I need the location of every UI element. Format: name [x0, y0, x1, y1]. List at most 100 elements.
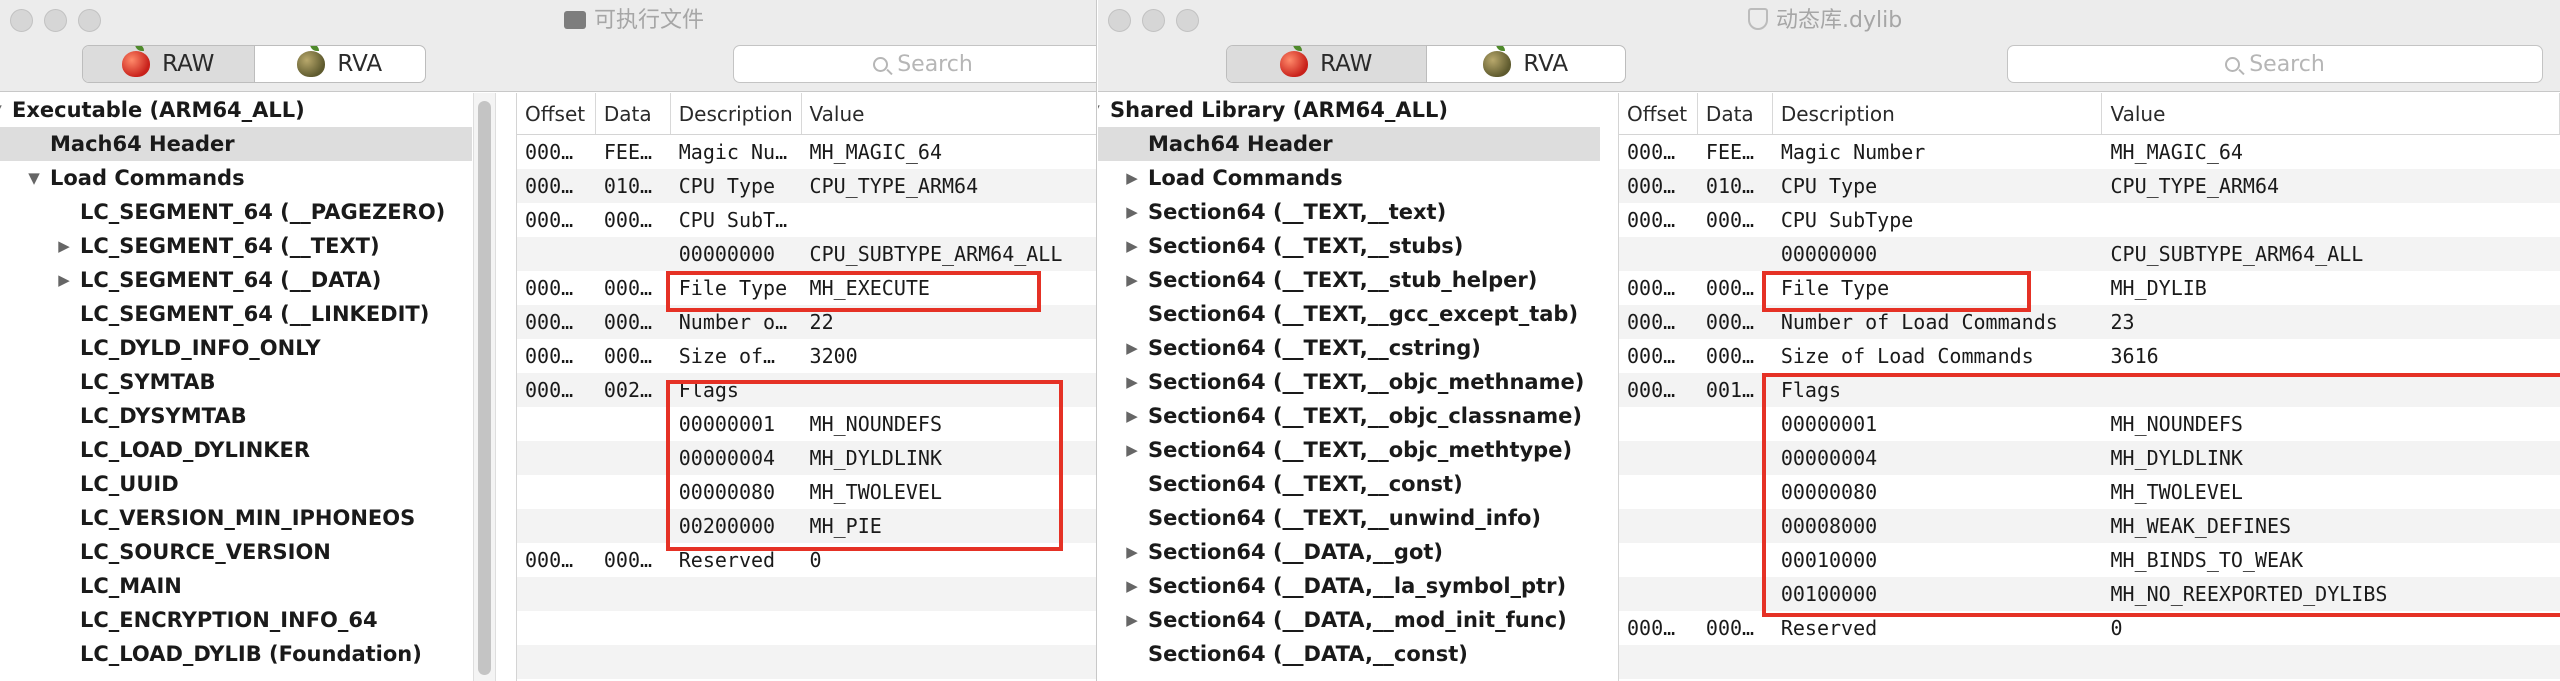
tree-item[interactable]: ▶ Section64 (__TEXT,__objc_methname) [1098, 365, 1600, 399]
disclosure-collapsed-icon[interactable]: ▶ [1124, 365, 1140, 399]
disclosure-collapsed-icon[interactable]: ▶ [56, 229, 72, 263]
zoom-window-button[interactable] [1176, 9, 1199, 32]
table-row[interactable]: 000… 001… Flags [1619, 373, 2560, 407]
tree-item[interactable]: ▶ Section64 (__DATA,__mod_init_func) [1098, 603, 1600, 637]
scrollbar-thumb[interactable] [478, 101, 491, 675]
table-row[interactable]: 000… 000… CPU SubT… [517, 203, 1096, 237]
tree-item[interactable]: ▶ Section64 (__TEXT,__objc_methtype) [1098, 433, 1600, 467]
tree-item[interactable]: ▶ Section64 (__TEXT,__text) [1098, 195, 1600, 229]
tree-item[interactable]: LC_SEGMENT_64 (__LINKEDIT) [0, 297, 472, 331]
column-header-description[interactable]: Description [1773, 93, 2103, 134]
table-row[interactable]: 00000001 MH_NOUNDEFS [1619, 407, 2560, 441]
tree-scrollbar[interactable] [473, 93, 496, 681]
column-header-description[interactable]: Description [671, 93, 802, 134]
disclosure-collapsed-icon[interactable]: ▶ [56, 263, 72, 297]
search-field[interactable]: Search [733, 45, 1096, 83]
raw-button[interactable]: RAW [83, 46, 255, 82]
table-row[interactable]: 000… 000… Reserved 0 [1619, 611, 2560, 645]
tree-item[interactable]: ▼ Load Commands [0, 161, 472, 195]
raw-button[interactable]: RAW [1227, 46, 1427, 82]
zoom-window-button[interactable] [78, 9, 101, 32]
table-row[interactable]: 00000080 MH_TWOLEVEL [1619, 475, 2560, 509]
tree-item[interactable]: Section64 (__TEXT,__const) [1098, 467, 1600, 501]
table-row[interactable]: 00000004 MH_DYLDLINK [1619, 441, 2560, 475]
disclosure-collapsed-icon[interactable]: ▶ [1124, 331, 1140, 365]
tree-item[interactable]: LC_SYMTAB [0, 365, 472, 399]
tree-item[interactable]: LC_DYSYMTAB [0, 399, 472, 433]
tree-item[interactable]: ▶ Section64 (__TEXT,__objc_classname) [1098, 399, 1600, 433]
disclosure-collapsed-icon[interactable]: ▶ [1124, 603, 1140, 637]
table-row[interactable]: 00010000 MH_BINDS_TO_WEAK [1619, 543, 2560, 577]
table-row[interactable]: 000… 002… Flags [517, 373, 1096, 407]
table-row[interactable]: 000… 000… Number of Load Commands 23 [1619, 305, 2560, 339]
tree-item[interactable]: LC_VERSION_MIN_IPHONEOS [0, 501, 472, 535]
tree-item[interactable]: Section64 (__TEXT,__unwind_info) [1098, 501, 1600, 535]
table-row[interactable]: 000… 000… File Type MH_DYLIB [1619, 271, 2560, 305]
disclosure-expanded-icon[interactable]: ▼ [0, 93, 4, 127]
rva-button[interactable]: RVA [1427, 46, 1626, 82]
tree-item[interactable]: LC_ENCRYPTION_INFO_64 [0, 603, 472, 637]
table-row[interactable]: 00000004 MH_DYLDLINK [517, 441, 1096, 475]
tree-item[interactable]: Mach64 Header [0, 127, 472, 161]
table-row[interactable]: 00000080 MH_TWOLEVEL [517, 475, 1096, 509]
tree-item[interactable]: LC_SEGMENT_64 (__PAGEZERO) [0, 195, 472, 229]
table-row[interactable] [517, 611, 1096, 645]
table-row[interactable]: 00000001 MH_NOUNDEFS [517, 407, 1096, 441]
tree-item[interactable]: LC_LOAD_DYLIB (Foundation) [0, 637, 472, 671]
tree-item[interactable]: ▶ Section64 (__TEXT,__stubs) [1098, 229, 1600, 263]
table-row[interactable] [517, 577, 1096, 611]
tree-item[interactable]: ▶ Section64 (__DATA,__got) [1098, 535, 1600, 569]
tree-item[interactable]: ▶ Section64 (__DATA,__la_symbol_ptr) [1098, 569, 1600, 603]
close-window-button[interactable] [1108, 9, 1131, 32]
tree-item[interactable]: LC_SOURCE_VERSION [0, 535, 472, 569]
table-row[interactable]: 000… 000… Size of Load Commands 3616 [1619, 339, 2560, 373]
minimize-window-button[interactable] [1142, 9, 1165, 32]
column-header-offset[interactable]: Offset [1619, 93, 1698, 134]
column-header-value[interactable]: Value [2102, 93, 2560, 134]
disclosure-collapsed-icon[interactable]: ▶ [1124, 229, 1140, 263]
rva-button[interactable]: RVA [255, 46, 426, 82]
table-row[interactable]: 00100000 MH_NO_REEXPORTED_DYLIBS [1619, 577, 2560, 611]
table-row[interactable]: 000… FEE… Magic Number MH_MAGIC_64 [1619, 135, 2560, 169]
table-row[interactable]: 00000000 CPU_SUBTYPE_ARM64_ALL [1619, 237, 2560, 271]
tree-item[interactable]: LC_UUID [0, 467, 472, 501]
table-row[interactable]: 000… FEE… Magic Nu… MH_MAGIC_64 [517, 135, 1096, 169]
disclosure-collapsed-icon[interactable]: ▶ [1124, 195, 1140, 229]
disclosure-collapsed-icon[interactable]: ▶ [1124, 535, 1140, 569]
table-row[interactable]: 00000000 CPU_SUBTYPE_ARM64_ALL [517, 237, 1096, 271]
table-row[interactable]: 00008000 MH_WEAK_DEFINES [1619, 509, 2560, 543]
tree-item[interactable]: Mach64 Header [1098, 127, 1600, 161]
tree-item[interactable]: ▶ LC_SEGMENT_64 (__DATA) [0, 263, 472, 297]
table-row[interactable]: 000… 010… CPU Type CPU_TYPE_ARM64 [1619, 169, 2560, 203]
disclosure-expanded-icon[interactable]: ▼ [1098, 93, 1102, 127]
search-field[interactable]: Search [2007, 45, 2543, 83]
disclosure-expanded-icon[interactable]: ▼ [26, 161, 42, 195]
tree-item[interactable]: ▶ Load Commands [1098, 161, 1600, 195]
table-row[interactable] [1619, 645, 2560, 679]
table-row[interactable]: 000… 010… CPU Type CPU_TYPE_ARM64 [517, 169, 1096, 203]
table-row[interactable]: 000… 000… Size of… 3200 [517, 339, 1096, 373]
table-row[interactable]: 000… 000… CPU SubType [1619, 203, 2560, 237]
table-row[interactable]: 000… 000… Number o… 22 [517, 305, 1096, 339]
tree-item[interactable]: ▶ LC_SEGMENT_64 (__TEXT) [0, 229, 472, 263]
tree-item[interactable]: ▼ Shared Library (ARM64_ALL) [1098, 93, 1600, 127]
tree-item[interactable]: Section64 (__TEXT,__gcc_except_tab) [1098, 297, 1600, 331]
disclosure-collapsed-icon[interactable]: ▶ [1124, 161, 1140, 195]
column-header-data[interactable]: Data [596, 93, 671, 134]
tree-item[interactable]: LC_DYLD_INFO_ONLY [0, 331, 472, 365]
column-header-data[interactable]: Data [1698, 93, 1773, 134]
disclosure-collapsed-icon[interactable]: ▶ [1124, 433, 1140, 467]
tree-item[interactable]: Section64 (__DATA,__const) [1098, 637, 1600, 671]
table-row[interactable] [517, 645, 1096, 679]
minimize-window-button[interactable] [44, 9, 67, 32]
table-row[interactable]: 000… 000… File Type MH_EXECUTE [517, 271, 1096, 305]
disclosure-collapsed-icon[interactable]: ▶ [1124, 263, 1140, 297]
tree-item[interactable]: ▶ Section64 (__TEXT,__cstring) [1098, 331, 1600, 365]
close-window-button[interactable] [10, 9, 33, 32]
tree-item[interactable]: LC_MAIN [0, 569, 472, 603]
tree-item[interactable]: LC_LOAD_DYLINKER [0, 433, 472, 467]
tree-item[interactable]: ▶ Section64 (__TEXT,__stub_helper) [1098, 263, 1600, 297]
table-row[interactable]: 000… 000… Reserved 0 [517, 543, 1096, 577]
column-header-value[interactable]: Value [802, 93, 1096, 134]
disclosure-collapsed-icon[interactable]: ▶ [1124, 569, 1140, 603]
